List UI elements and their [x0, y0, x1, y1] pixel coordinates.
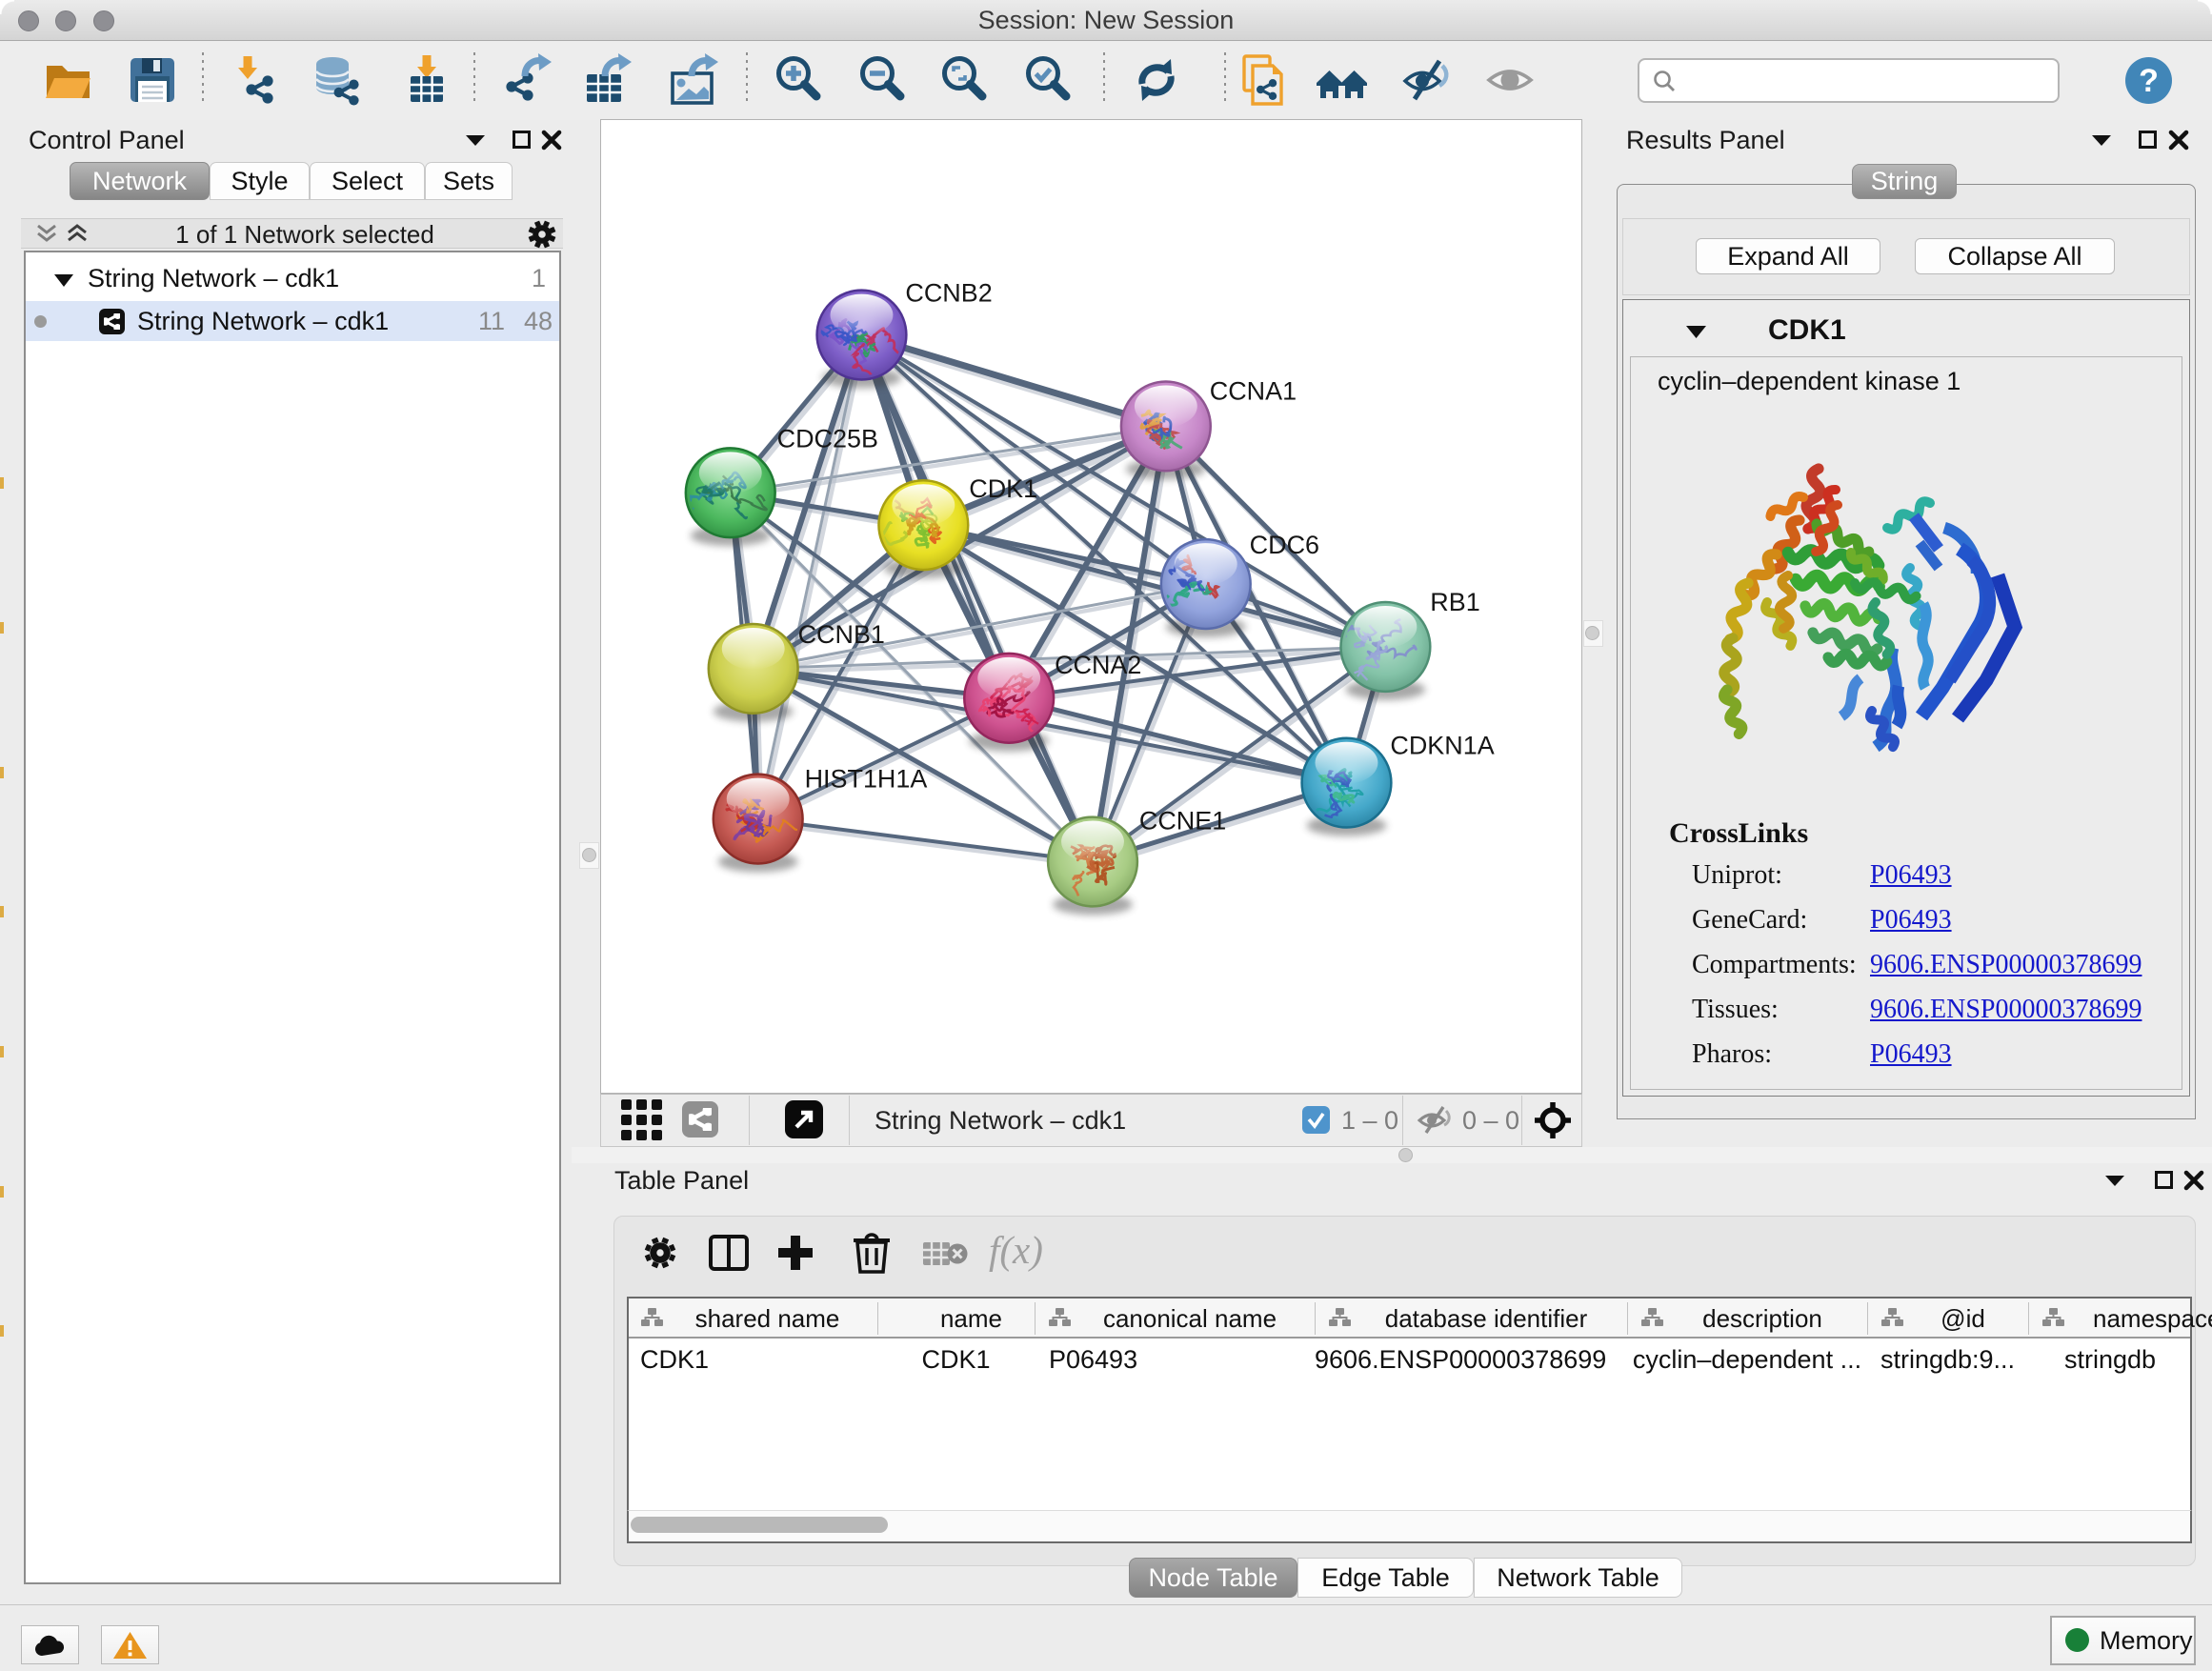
svg-text:CDK1: CDK1 [969, 474, 1037, 503]
svg-text:CDC6: CDC6 [1250, 531, 1319, 559]
svg-text:RB1: RB1 [1430, 588, 1479, 616]
svg-text:CDC25B: CDC25B [777, 424, 878, 453]
svg-text:CCNA2: CCNA2 [1055, 651, 1141, 679]
svg-text:CDKN1A: CDKN1A [1390, 732, 1494, 760]
svg-text:HIST1H1A: HIST1H1A [805, 765, 928, 794]
svg-text:CCNB2: CCNB2 [905, 279, 992, 308]
svg-text:CCNB1: CCNB1 [798, 620, 885, 649]
svg-text:CCNA1: CCNA1 [1210, 376, 1297, 405]
svg-text:CCNE1: CCNE1 [1139, 807, 1226, 836]
